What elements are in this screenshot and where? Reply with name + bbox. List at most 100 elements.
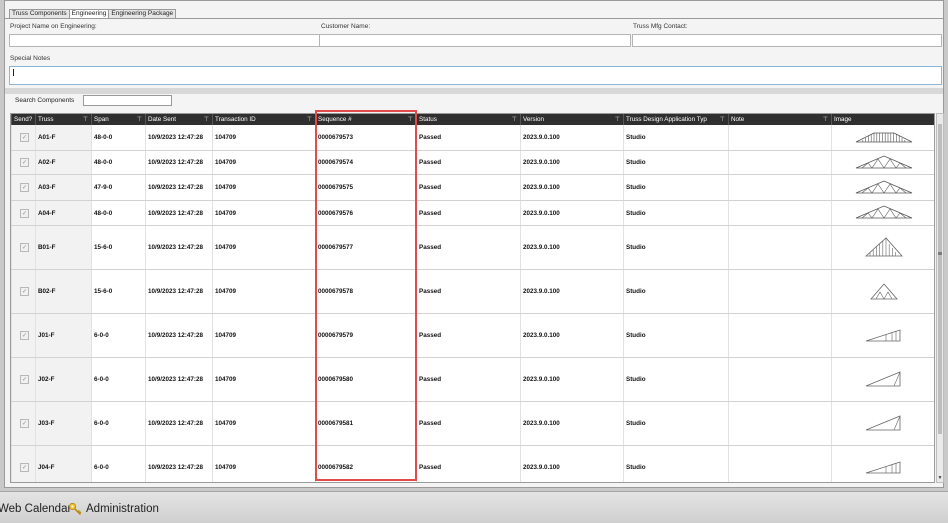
col-span-cell: 6-0-0 <box>91 358 145 401</box>
col-send-header[interactable]: Send? <box>11 114 35 125</box>
col-span-cell: 48-0-0 <box>91 201 145 225</box>
col-span-cell: 47-9-0 <box>91 175 145 200</box>
send-checkbox[interactable]: ✓ <box>20 243 29 252</box>
col-status-cell: Passed <box>416 314 520 357</box>
table-row[interactable]: ✓ J04-F 6-0-0 10/9/2023 12:47:28 104709 00006… <box>11 446 934 482</box>
mfg-contact-input[interactable] <box>632 34 942 47</box>
col-date-sent-cell: 10/9/2023 12:47:28 <box>145 125 212 150</box>
send-checkbox[interactable]: ✓ <box>20 287 29 296</box>
jack-truss-icon <box>864 459 904 477</box>
section-divider <box>5 88 943 94</box>
col-note-cell <box>728 402 831 445</box>
filter-icon[interactable]: ⊤ <box>137 115 142 125</box>
key-icon <box>68 502 82 516</box>
col-truss-header[interactable]: Truss ⊤ <box>35 114 91 125</box>
table-row[interactable]: ✓ B01-F 15-6-0 10/9/2023 12:47:28 104709 0000… <box>11 226 934 270</box>
table-row[interactable]: ✓ A04-F 48-0-0 10/9/2023 12:47:28 104709 0000… <box>11 201 934 226</box>
col-send-cell[interactable]: ✓ <box>11 226 35 269</box>
table-row[interactable]: ✓ B02-F 15-6-0 10/9/2023 12:47:28 104709 0000… <box>11 270 934 314</box>
col-send-cell[interactable]: ✓ <box>11 446 35 482</box>
col-transaction-id-cell: 104709 <box>212 125 315 150</box>
special-notes-input[interactable] <box>9 66 942 85</box>
project-name-input[interactable] <box>9 34 321 47</box>
col-transaction-id-cell: 104709 <box>212 175 315 200</box>
col-image-cell <box>831 270 934 313</box>
col-send-cell[interactable]: ✓ <box>11 125 35 150</box>
col-status-cell: Passed <box>416 446 520 482</box>
col-send-cell[interactable]: ✓ <box>11 358 35 401</box>
col-status-header[interactable]: Status ⊤ <box>416 114 520 125</box>
col-span-cell: 15-6-0 <box>91 270 145 313</box>
col-date-sent-cell: 10/9/2023 12:47:28 <box>145 226 212 269</box>
table-row[interactable]: ✓ A01-F 48-0-0 10/9/2023 12:47:28 104709 0000… <box>11 125 934 151</box>
col-version-cell: 2023.9.0.100 <box>520 270 623 313</box>
col-send-cell[interactable]: ✓ <box>11 314 35 357</box>
send-checkbox[interactable]: ✓ <box>20 183 29 192</box>
column-header-label: Status <box>419 116 437 123</box>
scrollbar-thumb[interactable] <box>938 124 942 434</box>
col-version-cell: 2023.9.0.100 <box>520 201 623 225</box>
col-date-sent-cell: 10/9/2023 12:47:28 <box>145 314 212 357</box>
administration-link[interactable]: Administration <box>86 503 159 515</box>
col-truss-cell: J04-F <box>35 446 91 482</box>
col-span-cell: 6-0-0 <box>91 314 145 357</box>
filter-icon[interactable]: ⊤ <box>512 115 517 125</box>
col-truss-cell: J03-F <box>35 402 91 445</box>
col-span-cell: 6-0-0 <box>91 446 145 482</box>
col-status-cell: Passed <box>416 201 520 225</box>
small-gable-truss-icon <box>869 281 899 303</box>
col-transaction-id-cell: 104709 <box>212 358 315 401</box>
vertical-web-truss-icon <box>864 236 904 260</box>
send-checkbox[interactable]: ✓ <box>20 463 29 472</box>
send-checkbox[interactable]: ✓ <box>20 133 29 142</box>
col-send-cell[interactable]: ✓ <box>11 151 35 174</box>
col-image-cell <box>831 226 934 269</box>
scroll-down-arrow-icon[interactable]: ▼ <box>937 475 943 481</box>
column-header-label: Send? <box>14 116 33 123</box>
col-app-type-header[interactable]: Truss Design Application Typ ⊤ <box>623 114 728 125</box>
col-span-cell: 48-0-0 <box>91 125 145 150</box>
web-calendar-link[interactable]: Web Calendar <box>0 503 71 515</box>
col-note-header[interactable]: Note ⊤ <box>728 114 831 125</box>
col-version-cell: 2023.9.0.100 <box>520 446 623 482</box>
column-header-label: Note <box>731 116 745 123</box>
col-span-cell: 15-6-0 <box>91 226 145 269</box>
col-transaction-id-header[interactable]: Transaction ID ⊤ <box>212 114 315 125</box>
table-row[interactable]: ✓ J01-F 6-0-0 10/9/2023 12:47:28 104709 00006… <box>11 314 934 358</box>
table-row[interactable]: ✓ A02-F 48-0-0 10/9/2023 12:47:28 104709 0000… <box>11 151 934 175</box>
col-send-cell[interactable]: ✓ <box>11 201 35 225</box>
col-send-cell[interactable]: ✓ <box>11 402 35 445</box>
filter-icon[interactable]: ⊤ <box>83 115 88 125</box>
filter-icon[interactable]: ⊤ <box>204 115 209 125</box>
col-note-cell <box>728 175 831 200</box>
table-row[interactable]: ✓ A03-F 47-9-0 10/9/2023 12:47:28 104709 0000… <box>11 175 934 201</box>
send-checkbox[interactable]: ✓ <box>20 208 29 218</box>
col-send-cell[interactable]: ✓ <box>11 175 35 200</box>
col-span-header[interactable]: Span ⊤ <box>91 114 145 125</box>
col-app-type-cell: Studio <box>623 201 728 225</box>
col-span-cell: 48-0-0 <box>91 151 145 174</box>
send-checkbox[interactable]: ✓ <box>20 419 29 428</box>
send-checkbox[interactable]: ✓ <box>20 158 29 167</box>
column-header-label: Transaction ID <box>215 116 256 123</box>
search-components-input[interactable] <box>83 95 172 106</box>
col-date-sent-header[interactable]: Date Sent ⊤ <box>145 114 212 125</box>
send-checkbox[interactable]: ✓ <box>20 375 29 384</box>
customer-name-input[interactable] <box>319 34 631 47</box>
filter-icon[interactable]: ⊤ <box>720 115 725 125</box>
filter-icon[interactable]: ⊤ <box>823 115 828 125</box>
filter-icon[interactable]: ⊤ <box>615 115 620 125</box>
grid-vertical-scrollbar[interactable]: ▼ <box>936 113 944 483</box>
table-row[interactable]: ✓ J03-F 6-0-0 10/9/2023 12:47:28 104709 00006… <box>11 402 934 446</box>
col-send-cell[interactable]: ✓ <box>11 270 35 313</box>
col-image-header[interactable]: Image <box>831 114 934 125</box>
col-version-header[interactable]: Version ⊤ <box>520 114 623 125</box>
col-app-type-cell: Studio <box>623 226 728 269</box>
app-window: Truss Components Engineering Engineering… <box>0 0 948 523</box>
send-checkbox[interactable]: ✓ <box>20 331 29 340</box>
gable-truss-icon <box>854 204 914 222</box>
table-row[interactable]: ✓ J02-F 6-0-0 10/9/2023 12:47:28 104709 00006… <box>11 358 934 402</box>
col-app-type-cell: Studio <box>623 270 728 313</box>
col-truss-cell: A04-F <box>35 201 91 225</box>
filter-icon[interactable]: ⊤ <box>307 115 312 125</box>
